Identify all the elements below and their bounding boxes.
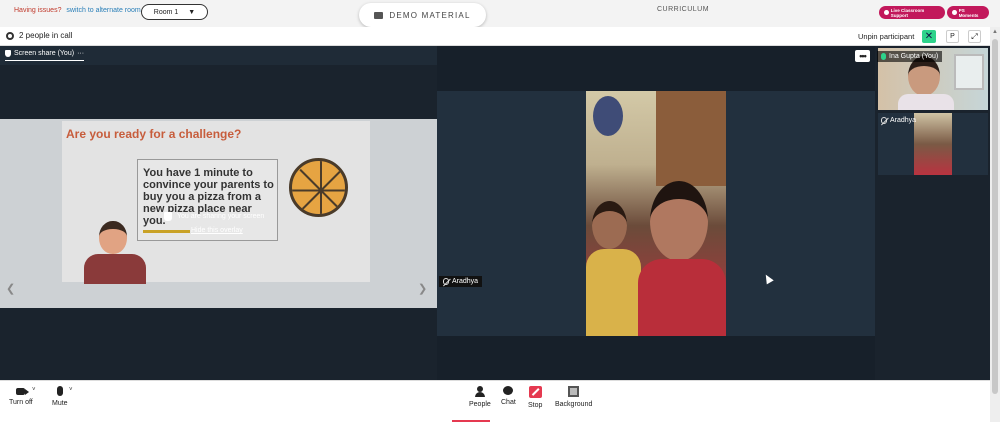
door-background	[656, 91, 726, 186]
top-bar: Having issues? switch to alternate room …	[0, 0, 1000, 27]
sharing-icon	[164, 212, 172, 221]
screen-share-area: Are you ready for a challenge? You have …	[0, 65, 437, 380]
self-name-tag: Ina Gupta (You)	[877, 51, 943, 62]
mic-options-chevron-icon[interactable]: ˅	[69, 387, 73, 393]
aradhya-name-tag: Aradhya	[877, 115, 920, 126]
background-button[interactable]: Background	[555, 386, 592, 408]
wall-clock-decoration	[593, 96, 623, 136]
background-person	[586, 201, 641, 336]
boy-illustration	[82, 221, 147, 284]
room-select-value: Room 1	[153, 8, 179, 16]
participant-video	[586, 91, 774, 336]
screen-share-more-icon[interactable]: ···	[77, 50, 84, 57]
moments-icon	[952, 10, 957, 15]
camera-icon	[16, 388, 30, 395]
overlay-accent-bar	[143, 230, 190, 233]
main-video-tile	[437, 91, 875, 336]
turn-off-camera-button[interactable]: Turn off	[9, 386, 33, 406]
mute-label: Mute	[52, 400, 68, 407]
scroll-up-icon[interactable]: ▲	[992, 29, 998, 35]
stop-sharing-button[interactable]: Stop	[528, 386, 542, 409]
mic-on-icon	[881, 53, 886, 60]
self-face	[908, 56, 940, 96]
ps-moments-button[interactable]: PS Moments	[947, 6, 989, 19]
microphone-icon	[56, 386, 63, 396]
live-classroom-support-button[interactable]: Live Classroom Support	[879, 6, 945, 19]
call-header: 2 people in call Unpin participant ✕ P ⤢	[0, 27, 990, 46]
screen-share-header: Screen share (You) ···	[0, 46, 437, 65]
people-count: 2 people in call	[6, 31, 72, 40]
mic-off-icon	[881, 117, 887, 124]
next-slide-icon[interactable]: ❯	[418, 282, 427, 295]
slide-title: Are you ready for a challenge?	[66, 127, 242, 141]
people-label: People	[469, 401, 491, 408]
video-more-button[interactable]: •••	[855, 50, 870, 62]
screen-share-tab-label: Screen share (You)	[14, 50, 75, 57]
demo-material-button[interactable]: DEMO MATERIAL	[359, 3, 486, 27]
scrollbar[interactable]: ▲	[990, 27, 1000, 422]
bottom-toolbar: Turn off ˅ Mute ˅ People Chat Stop Backg…	[0, 380, 990, 422]
fullscreen-button[interactable]: ⤢	[968, 30, 981, 43]
caret-down-icon: ▼	[188, 8, 196, 16]
background-icon	[568, 386, 580, 397]
sharing-overlay-text: You are sharing your screen	[177, 213, 265, 220]
background-label: Background	[555, 401, 593, 408]
sharing-overlay-message: You are sharing your screen	[164, 212, 264, 221]
stop-share-icon	[528, 386, 542, 398]
mouse-cursor	[762, 272, 774, 285]
chat-icon	[503, 386, 514, 395]
support-icon	[884, 10, 889, 15]
folder-icon	[374, 11, 384, 19]
shared-slide: Are you ready for a challenge? You have …	[62, 121, 370, 284]
people-icon	[474, 386, 485, 397]
alternate-room-link[interactable]: switch to alternate room	[66, 7, 140, 14]
room-select[interactable]: Room 1 ▼	[141, 4, 208, 20]
call-stage: Screen share (You) ··· Are you ready for…	[0, 46, 990, 380]
support-label: Live Classroom Support	[890, 7, 925, 18]
camera-options-chevron-icon[interactable]: ˅	[32, 387, 36, 393]
gear-icon[interactable]	[6, 31, 14, 40]
p-button[interactable]: P	[946, 30, 959, 43]
chat-label: Chat	[501, 399, 516, 406]
screen-share-icon	[5, 50, 11, 57]
window-background	[954, 54, 984, 90]
demo-material-label: DEMO MATERIAL	[389, 10, 471, 20]
close-icon: ✕	[924, 31, 934, 42]
self-shirt	[898, 94, 954, 110]
self-name: Ina Gupta (You)	[889, 53, 939, 60]
previous-slide-icon[interactable]: ❮	[6, 282, 15, 295]
chat-button[interactable]: Chat	[501, 386, 516, 406]
stop-label: Stop	[528, 402, 543, 409]
hide-overlay-link[interactable]: Hide this overlay	[191, 227, 243, 234]
participant-sidebar	[875, 46, 990, 380]
mute-button[interactable]: Mute	[52, 386, 68, 407]
mic-off-icon	[443, 278, 449, 285]
issues-notice: Having issues? switch to alternate room	[14, 7, 141, 14]
unpin-participant-label: Unpin participant	[858, 32, 915, 41]
turn-off-label: Turn off	[9, 399, 33, 406]
fullscreen-icon: ⤢	[971, 31, 978, 41]
issues-text: Having issues?	[14, 7, 62, 14]
pizza-illustration	[289, 158, 348, 217]
curriculum-tab[interactable]: CURRICULUM	[657, 6, 709, 13]
scrollbar-thumb[interactable]	[992, 39, 998, 394]
unpin-button[interactable]: ✕	[922, 30, 936, 43]
foreground-person	[638, 181, 726, 336]
aradhya-name: Aradhya	[890, 117, 917, 124]
people-count-label: 2 people in call	[19, 31, 73, 40]
main-video-name-tag: Aradhya	[439, 276, 483, 287]
screen-share-tab[interactable]: Screen share (You) ···	[5, 50, 85, 61]
main-video-name: Aradhya	[452, 278, 479, 285]
moments-label: PS Moments	[958, 7, 979, 18]
people-button[interactable]: People	[469, 386, 491, 408]
